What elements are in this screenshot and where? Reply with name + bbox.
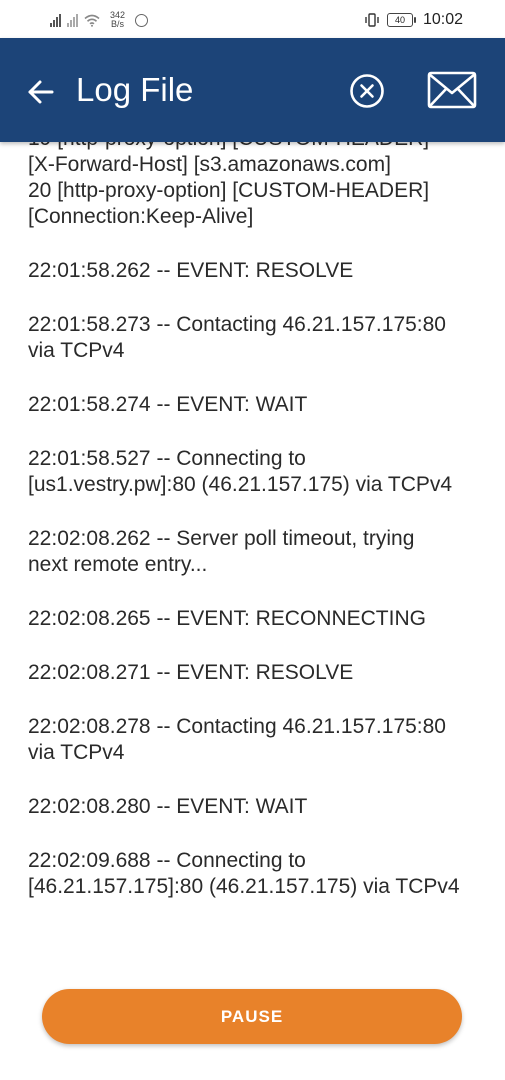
log-entry: 22:02:08.271 -- EVENT: RESOLVE bbox=[28, 661, 354, 684]
net-speed-unit: B/s bbox=[111, 19, 125, 29]
log-entry: 22:02:08.278 -- Contacting 46.21.157.175… bbox=[28, 715, 446, 764]
back-button[interactable] bbox=[22, 74, 58, 110]
arrow-back-icon bbox=[28, 80, 54, 104]
app-bar: Log File bbox=[0, 38, 505, 142]
sync-icon bbox=[135, 13, 149, 27]
net-speed: 342 B/s bbox=[110, 11, 125, 29]
signal-icon bbox=[50, 13, 61, 27]
status-bar: 342 B/s 40 10:02 bbox=[0, 0, 505, 38]
log-entry: 22:01:58.273 -- Contacting 46.21.157.175… bbox=[28, 313, 446, 362]
log-entry: 22:02:08.280 -- EVENT: WAIT bbox=[28, 795, 308, 818]
vibrate-icon bbox=[365, 13, 379, 27]
log-entry: 22:02:09.688 -- Connecting to [46.21.157… bbox=[28, 849, 460, 898]
clear-log-button[interactable] bbox=[348, 72, 386, 110]
log-entry: 22:01:58.527 -- Connecting to [us1.vestr… bbox=[28, 447, 453, 496]
battery-icon: 40 bbox=[386, 13, 416, 27]
status-time: 10:02 bbox=[422, 11, 463, 28]
log-scroll-area[interactable]: 19 [http-proxy-option] [CUSTOM-HEADER] [… bbox=[0, 142, 505, 980]
log-entry: 19 [http-proxy-option] [CUSTOM-HEADER] [… bbox=[28, 142, 429, 176]
log-entry: 20 [http-proxy-option] [CUSTOM-HEADER] [… bbox=[28, 179, 430, 228]
wifi-icon bbox=[84, 14, 100, 27]
mail-icon bbox=[427, 71, 477, 109]
clear-circle-icon bbox=[350, 74, 384, 108]
log-entry: 22:01:58.274 -- EVENT: WAIT bbox=[28, 393, 308, 416]
log-entry: 22:02:08.265 -- EVENT: RECONNECTING bbox=[28, 607, 426, 630]
log-entry: 22:02:08.262 -- Server poll timeout, try… bbox=[28, 527, 415, 576]
log-list: 19 [http-proxy-option] [CUSTOM-HEADER] [… bbox=[28, 142, 483, 928]
log-entry: 22:01:58.262 -- EVENT: RESOLVE bbox=[28, 259, 354, 282]
signal-2-icon bbox=[67, 13, 78, 27]
battery-level: 40 bbox=[394, 15, 405, 25]
status-right-group: 40 10:02 bbox=[363, 8, 463, 32]
pause-button[interactable]: PAUSE bbox=[42, 989, 462, 1044]
status-left-group: 342 B/s bbox=[50, 8, 149, 32]
page-title: Log File bbox=[76, 71, 194, 108]
send-log-button[interactable] bbox=[426, 70, 478, 110]
